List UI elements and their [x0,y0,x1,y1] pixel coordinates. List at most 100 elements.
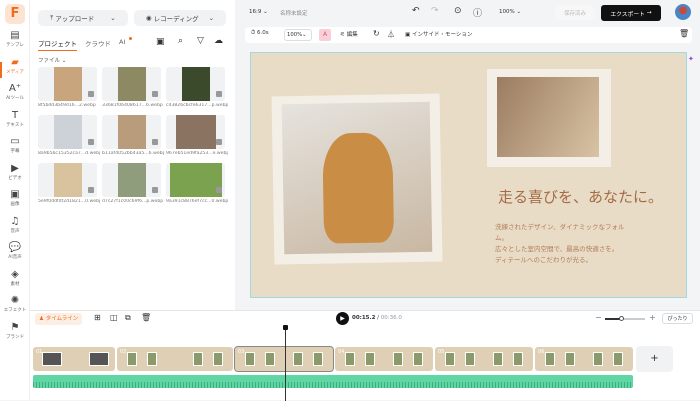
media-thumbnail[interactable] [102,67,161,101]
ai-magic-button[interactable]: A [319,29,331,41]
rail-item-ai-tools[interactable]: A⁺ AIツール [0,83,30,101]
checkbox[interactable] [88,139,94,145]
delete-icon[interactable]: 🗑 [679,29,689,38]
media-thumbnail[interactable] [166,163,225,197]
effects-icon: ✺ [10,295,20,306]
new-folder-icon[interactable]: ▣ [156,37,165,47]
upload-button[interactable]: ⤒ アップロード ⌄ [38,10,128,26]
adjust-button[interactable]: ⚟ 編集 [340,30,358,38]
timeline-clip[interactable]: 05 [435,347,533,371]
checkbox[interactable] [152,187,158,193]
timeline-toggle[interactable]: ♟ タイムライン [35,313,83,325]
timeline-clip[interactable]: 02 [117,347,233,371]
screenshot-icon[interactable]: ⊙ [454,6,462,16]
timeline-clip[interactable]: 03 [234,346,334,372]
file-name: 9a391c8876ef7cc...0.webp [166,199,228,204]
export-button[interactable]: エクスポート → [601,5,661,21]
rail-item-text[interactable]: T テキスト [0,110,30,128]
help-icon[interactable]: ⓘ [473,6,482,19]
slide-headline[interactable]: 走る喜びを、あなたに。 [498,186,663,207]
zoom-dropdown[interactable]: 100% ⌄ [499,9,521,15]
duration-button[interactable]: ⏱ 6.0s [251,30,269,37]
rail-item-audio[interactable]: ♫ 音声 [0,216,30,234]
tab-cloud[interactable]: クラウド [85,38,111,48]
thumbnail-image [117,67,146,101]
media-thumbnail[interactable] [102,115,161,149]
sparkle-icon[interactable]: ✦ [688,55,694,63]
add-clip-icon[interactable]: ⊞ [94,313,101,322]
rail-item-brand[interactable]: ⚑ ブランド [0,322,30,340]
rail-item-subtitle[interactable]: ▭ 字幕 [0,136,30,154]
media-thumbnail[interactable] [38,163,97,197]
rail-item-media[interactable]: ▰ メディア [0,57,30,75]
zoom-in-icon[interactable]: + [649,313,656,322]
checkbox[interactable] [216,91,222,97]
zoom-out-icon[interactable]: − [595,313,602,322]
duplicate-icon[interactable]: ⧉ [125,313,131,323]
timeline-clip[interactable]: 01 [33,347,115,371]
folder-dropdown[interactable]: ファイル ⌄ [38,56,66,64]
chevron-down-icon: ⌄ [208,14,215,22]
checkbox[interactable] [152,139,158,145]
record-button[interactable]: ◉ レコーディング ⌄ [134,10,226,26]
panel-splitter[interactable] [235,0,240,310]
checkbox[interactable] [88,91,94,97]
rail-item-effects[interactable]: ✺ エフェクト [0,295,30,313]
media-thumbnail[interactable] [38,67,97,101]
zoom-slider[interactable] [605,316,645,321]
play-button[interactable]: ▶ [336,312,349,325]
tab-ai[interactable]: AI [119,38,125,46]
tab-project[interactable]: プロジェクト [38,38,77,51]
slide-body[interactable]: 洗練されたデザイン、ダイナミックなフォルム。 広々とした室内空間で、最高の快適さ… [495,222,635,266]
active-indicator [0,62,2,78]
undo-icon[interactable]: ↶ [412,6,420,16]
slide-canvas[interactable]: 走る喜びを、あなたに。 洗練されたデザイン、ダイナミックなフォルム。 広々とした… [250,52,687,298]
avatar[interactable] [675,4,691,20]
fit-button[interactable]: ぴったり [662,313,693,324]
project-title[interactable]: 名称未設定 [280,9,308,17]
thumbnail-image [175,115,216,149]
file-name: 8f5bdd3b49d16...2.webp [38,103,96,108]
scale-dropdown[interactable]: 100%⌄ [284,29,312,41]
record-icon: ◉ [145,14,154,22]
checkbox[interactable] [152,91,158,97]
rail-item-elements[interactable]: ◈ 素材 [0,269,30,287]
rail-item-video[interactable]: ▶ ビデオ [0,163,30,181]
rail-item-template[interactable]: ▤ テンプレ [0,30,30,48]
filter-icon[interactable]: ▽ [197,36,204,46]
checkbox[interactable] [88,187,94,193]
timeline-clip[interactable]: 06 [535,347,633,371]
aspect-ratio-dropdown[interactable]: 16:9 ⌄ [249,9,268,15]
rail-item-ai-voice[interactable]: 💬 AI音声 [0,242,30,260]
cloud-icon[interactable]: ☁ [214,36,223,46]
media-thumbnail[interactable] [102,163,161,197]
thumbnail-image [53,115,82,149]
rotate-icon[interactable]: ↻ [373,29,380,38]
playhead[interactable] [285,326,286,401]
media-thumbnail[interactable] [38,115,97,149]
rail-item-image[interactable]: ▣ 画像 [0,189,30,207]
search-icon[interactable]: ⌕ [178,36,183,46]
top-bar: 16:9 ⌄ 名称未設定 ↶ ↷ ⊙ ⓘ 100% ⌄ 保存済み エクスポート … [240,0,700,26]
dog-photo[interactable] [281,101,433,255]
file-name: b11af4052bb43a5...6.webp [102,151,164,156]
girl-dog-photo[interactable] [497,77,599,157]
split-icon[interactable]: ◫ [110,313,118,322]
timeline-panel: ♟ タイムライン ⊞ ◫ ⧉ 🗑 ▶ 00:15.2 / 00:36.0 − +… [30,310,700,401]
checkbox[interactable] [216,139,222,145]
audio-track[interactable] [33,375,633,388]
brand-icon: ⚑ [10,321,20,333]
redo-icon[interactable]: ↷ [431,6,439,16]
image-icon: ▣ [10,189,20,200]
file-name: c43826cbcfe6317...p.webp [166,103,228,108]
chevron-down-icon: ⌄ [110,14,116,22]
media-thumbnail[interactable] [166,67,225,101]
playhead-handle[interactable] [283,325,288,330]
add-slide-button[interactable]: + [636,346,673,372]
timeline-clip[interactable]: 04 [335,347,433,371]
media-thumbnail[interactable] [166,115,225,149]
motion-button[interactable]: ▣ インサイド・モーション [405,30,472,38]
checkbox[interactable] [216,187,222,193]
trash-icon[interactable]: 🗑 [141,313,151,322]
flip-icon[interactable]: ⏃ [387,29,395,40]
